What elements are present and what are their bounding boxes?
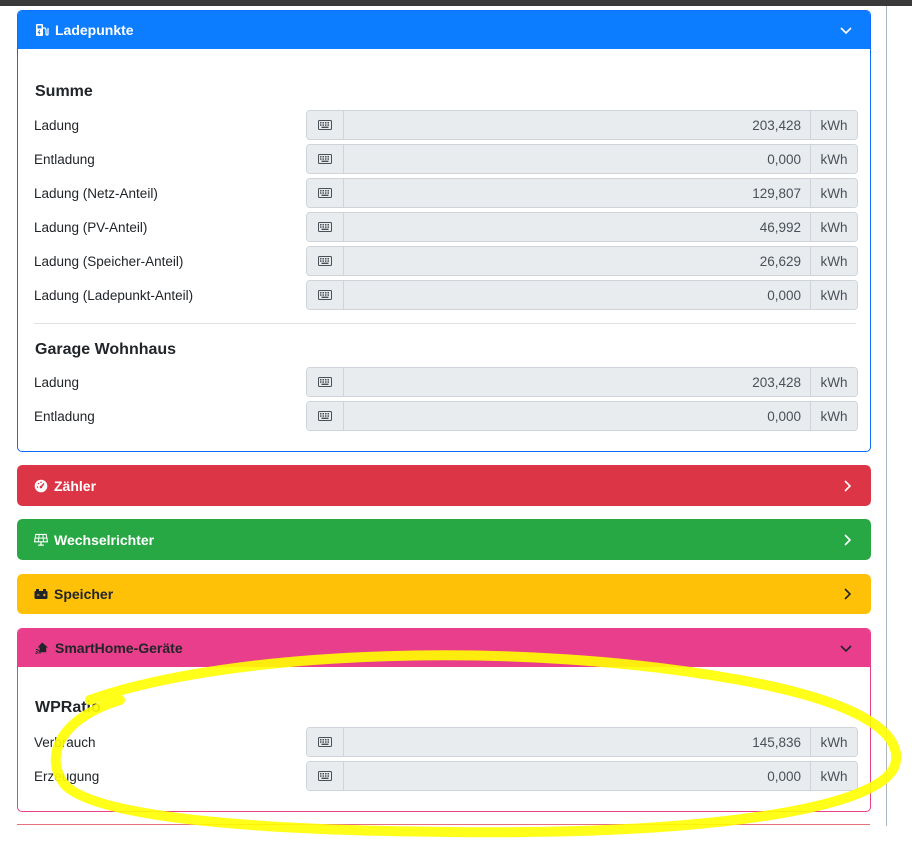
smarthome-header[interactable]: SmartHome-Geräte <box>18 629 870 667</box>
value-field[interactable]: 203,428 <box>344 368 810 396</box>
unit-label: kWh <box>810 368 857 396</box>
house-signal-icon <box>35 641 49 655</box>
row-label: Ladung (Speicher-Anteil) <box>34 253 184 269</box>
unit-label: kWh <box>810 247 857 275</box>
value-input-group: 46,992 kWh <box>306 212 858 242</box>
summe-row-ladung-speicher: Ladung (Speicher-Anteil) 26,629 kWh <box>34 246 858 276</box>
row-label: Ladung (Ladepunkt-Anteil) <box>34 287 194 303</box>
value-field[interactable]: 145,836 <box>344 728 810 756</box>
section-title-garage-wohnhaus: Garage Wohnhaus <box>35 341 177 358</box>
page-right-border <box>886 6 887 826</box>
row-label: Ladung (Netz-Anteil) <box>34 185 158 201</box>
wpratio-row-erzeugung: Erzeugung 0,000 kWh <box>34 761 858 791</box>
smarthome-card: SmartHome-Geräte WPRatio Verbrauch 145,8… <box>17 628 871 812</box>
keyboard-icon[interactable] <box>307 402 344 430</box>
zaehler-header[interactable]: Zähler <box>17 465 871 506</box>
unit-label: kWh <box>810 402 857 430</box>
summe-row-ladung: Ladung 203,428 kWh <box>34 110 858 140</box>
chevron-right-icon[interactable] <box>840 533 854 547</box>
unit-label: kWh <box>810 111 857 139</box>
value-input-group: 0,000 kWh <box>306 761 858 791</box>
unit-label: kWh <box>810 728 857 756</box>
value-input-group: 0,000 kWh <box>306 280 858 310</box>
unit-label: kWh <box>810 145 857 173</box>
speicher-title: Speicher <box>54 586 114 602</box>
value-field[interactable]: 203,428 <box>344 111 810 139</box>
value-field[interactable]: 0,000 <box>344 145 810 173</box>
garage-row-ladung: Ladung 203,428 kWh <box>34 367 858 397</box>
keyboard-icon[interactable] <box>307 179 344 207</box>
row-label: Erzeugung <box>34 768 100 784</box>
value-input-group: 0,000 kWh <box>306 144 858 174</box>
solar-panel-icon <box>34 533 48 547</box>
wechselrichter-card: Wechselrichter <box>17 519 871 560</box>
summe-row-entladung: Entladung 0,000 kWh <box>34 144 858 174</box>
wpratio-row-verbrauch: Verbrauch 145,836 kWh <box>34 727 858 757</box>
row-label: Ladung <box>34 374 80 390</box>
row-label: Entladung <box>34 151 95 167</box>
row-label: Ladung (PV-Anteil) <box>34 219 148 235</box>
wechselrichter-header[interactable]: Wechselrichter <box>17 519 871 560</box>
chevron-right-icon[interactable] <box>840 587 854 601</box>
keyboard-icon[interactable] <box>307 145 344 173</box>
value-input-group: 203,428 kWh <box>306 110 858 140</box>
value-field[interactable]: 46,992 <box>344 213 810 241</box>
value-field[interactable]: 26,629 <box>344 247 810 275</box>
unit-label: kWh <box>810 213 857 241</box>
keyboard-icon[interactable] <box>307 281 344 309</box>
summe-row-ladung-ladepunkt: Ladung (Ladepunkt-Anteil) 0,000 kWh <box>34 280 858 310</box>
keyboard-icon[interactable] <box>307 728 344 756</box>
summe-row-ladung-netz: Ladung (Netz-Anteil) 129,807 kWh <box>34 178 858 208</box>
unit-label: kWh <box>810 281 857 309</box>
speicher-card: Speicher <box>17 574 871 614</box>
value-field[interactable]: 129,807 <box>344 179 810 207</box>
value-input-group: 0,000 kWh <box>306 401 858 431</box>
ladepunkte-title: Ladepunkte <box>55 22 134 38</box>
unit-label: kWh <box>810 179 857 207</box>
keyboard-icon[interactable] <box>307 247 344 275</box>
value-field[interactable]: 0,000 <box>344 281 810 309</box>
value-input-group: 145,836 kWh <box>306 727 858 757</box>
keyboard-icon[interactable] <box>307 762 344 790</box>
value-input-group: 26,629 kWh <box>306 246 858 276</box>
car-battery-icon <box>34 587 48 601</box>
speicher-header[interactable]: Speicher <box>17 574 871 614</box>
keyboard-icon[interactable] <box>307 213 344 241</box>
unit-label: kWh <box>810 762 857 790</box>
garage-row-entladung: Entladung 0,000 kWh <box>34 401 858 431</box>
chevron-right-icon[interactable] <box>840 479 854 493</box>
section-title-wpratio: WPRatio <box>35 699 101 716</box>
charging-station-icon <box>35 23 49 37</box>
value-input-group: 203,428 kWh <box>306 367 858 397</box>
next-card-top-border <box>17 824 870 825</box>
smarthome-title: SmartHome-Geräte <box>55 640 183 656</box>
summe-row-ladung-pv: Ladung (PV-Anteil) 46,992 kWh <box>34 212 858 242</box>
keyboard-icon[interactable] <box>307 368 344 396</box>
keyboard-icon[interactable] <box>307 111 344 139</box>
chevron-down-icon[interactable] <box>839 641 853 655</box>
ladepunkte-card: Ladepunkte Summe Ladung 203,428 kWh Entl… <box>17 10 871 452</box>
wechselrichter-title: Wechselrichter <box>54 531 155 548</box>
ladepunkte-header[interactable]: Ladepunkte <box>18 11 870 49</box>
zaehler-card: Zähler <box>17 465 871 506</box>
row-label: Ladung <box>34 117 80 133</box>
chevron-down-icon[interactable] <box>839 23 853 37</box>
browser-top-bar <box>0 0 912 6</box>
value-field[interactable]: 0,000 <box>344 402 810 430</box>
section-title-summe: Summe <box>35 83 93 100</box>
row-label: Entladung <box>34 408 95 424</box>
zaehler-title: Zähler <box>54 477 97 494</box>
value-input-group: 129,807 kWh <box>306 178 858 208</box>
value-field[interactable]: 0,000 <box>344 762 810 790</box>
row-label: Verbrauch <box>34 734 96 750</box>
gauge-icon <box>34 479 48 493</box>
section-divider <box>34 323 856 324</box>
